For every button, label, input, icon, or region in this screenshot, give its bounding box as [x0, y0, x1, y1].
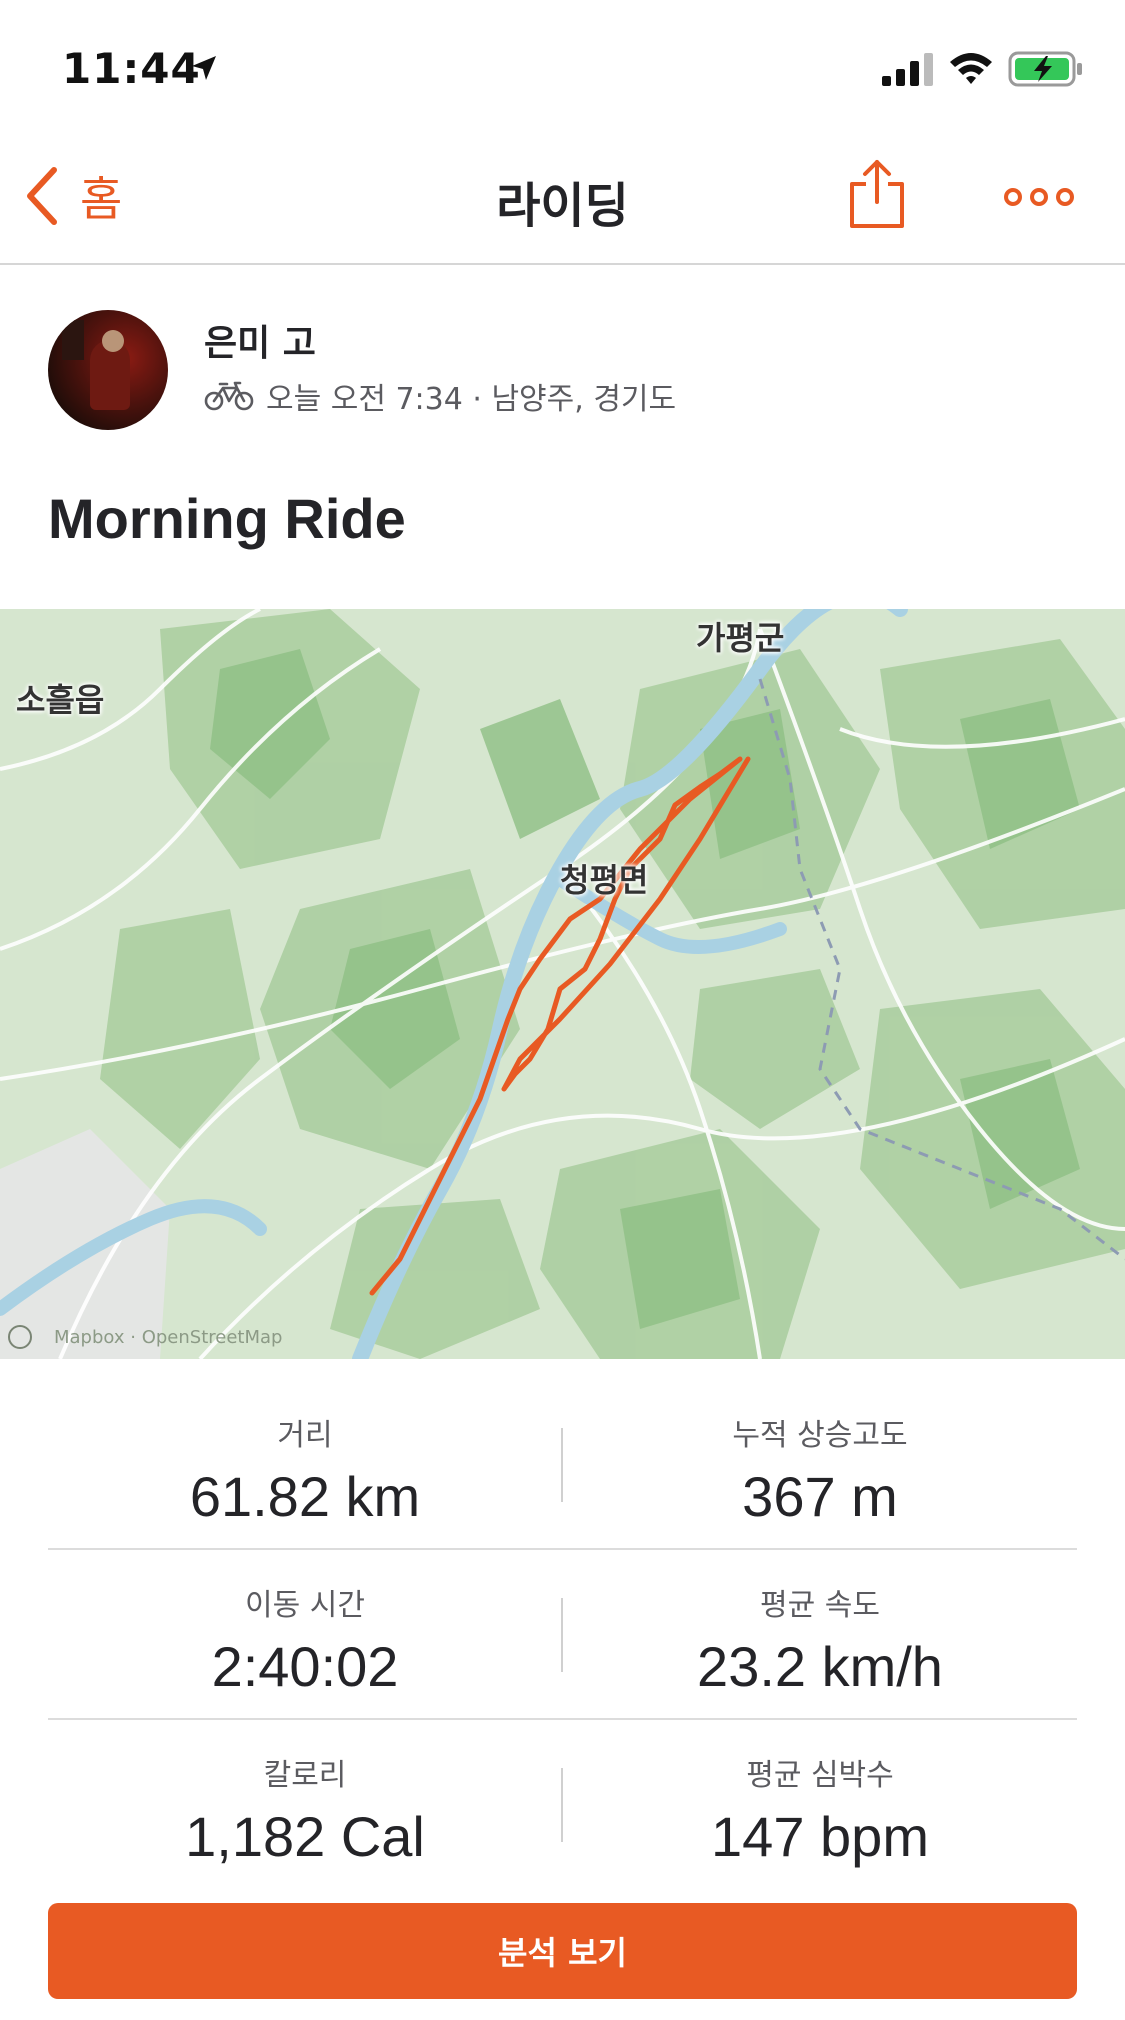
stats-row: 이동 시간 2:40:02 평균 속도 23.2 km/h	[48, 1550, 1077, 1720]
stat-label: 거리	[277, 1418, 333, 1453]
back-label: 홈	[80, 172, 123, 226]
more-dot-icon	[1004, 188, 1022, 206]
map-attribution[interactable]: Mapbox · OpenStreetMap	[8, 1325, 282, 1349]
stat-value: 367 m	[742, 1465, 898, 1528]
nav-bar: 홈 라이딩	[0, 130, 1125, 265]
wifi-icon	[950, 53, 992, 84]
more-dot-icon	[1056, 188, 1074, 206]
share-icon[interactable]	[848, 158, 906, 230]
more-options-button[interactable]	[1004, 182, 1074, 212]
stat-distance: 거리 61.82 km	[48, 1410, 562, 1529]
avatar[interactable]	[48, 310, 168, 430]
stat-label: 이동 시간	[245, 1588, 365, 1623]
location-arrow-icon	[192, 56, 216, 80]
stat-label: 누적 상승고도	[732, 1418, 908, 1453]
athlete-name[interactable]: 은미 고	[204, 314, 316, 366]
stat-average-speed: 평균 속도 23.2 km/h	[563, 1580, 1077, 1699]
stat-moving-time: 이동 시간 2:40:02	[48, 1580, 562, 1699]
stat-value: 61.82 km	[189, 1465, 421, 1528]
more-dot-icon	[1030, 188, 1048, 206]
status-bar: 11:44	[0, 0, 1125, 130]
stats-row: 거리 61.82 km 누적 상승고도 367 m	[48, 1380, 1077, 1550]
page-title: 라이딩	[496, 178, 629, 234]
activity-title: Morning Ride	[48, 487, 406, 550]
stat-value: 2:40:02	[211, 1635, 399, 1698]
back-button[interactable]: 홈	[22, 166, 122, 226]
map-label-gapyeong: 가평군	[696, 619, 785, 657]
activity-meta-text: 오늘 오전 7:34 · 남양주, 경기도	[266, 382, 677, 417]
stats-row: 칼로리 1,182 Cal 평균 심박수 147 bpm	[48, 1720, 1077, 1890]
view-analysis-button[interactable]: 분석 보기	[48, 1903, 1077, 1999]
stat-value: 1,182 Cal	[185, 1805, 425, 1868]
cellular-signal-icon	[882, 53, 933, 86]
map-canvas	[0, 609, 1125, 1359]
stat-calories: 칼로리 1,182 Cal	[48, 1750, 562, 1869]
map-label-cheongpyeong: 청평면	[560, 861, 649, 899]
battery-charging-icon	[1008, 51, 1082, 87]
stat-label: 평균 속도	[760, 1588, 880, 1623]
stat-value: 147 bpm	[711, 1805, 929, 1868]
status-time: 11:44	[62, 44, 201, 93]
stat-elevation-gain: 누적 상승고도 367 m	[563, 1410, 1077, 1529]
mapbox-logo-icon	[8, 1325, 32, 1349]
map-label-soheul: 소흘읍	[16, 681, 105, 719]
chevron-left-icon	[27, 167, 57, 225]
attribution-text: Mapbox · OpenStreetMap	[54, 1326, 283, 1348]
activity-meta: 오늘 오전 7:34 · 남양주, 경기도	[204, 374, 676, 418]
athlete-header: 은미 고 오늘 오전 7:34 · 남양주, 경기도	[48, 310, 1078, 440]
stat-value: 23.2 km/h	[697, 1635, 943, 1698]
bicycle-icon	[204, 381, 254, 411]
stat-label: 칼로리	[263, 1758, 347, 1793]
stat-average-heart-rate: 평균 심박수 147 bpm	[563, 1750, 1077, 1869]
stats-grid: 거리 61.82 km 누적 상승고도 367 m 이동 시간 2:40:02 …	[48, 1380, 1077, 1890]
route-map[interactable]: 가평군 소흘읍 청평면 Mapbox · OpenStreetMap	[0, 609, 1125, 1359]
stat-label: 평균 심박수	[746, 1758, 894, 1793]
